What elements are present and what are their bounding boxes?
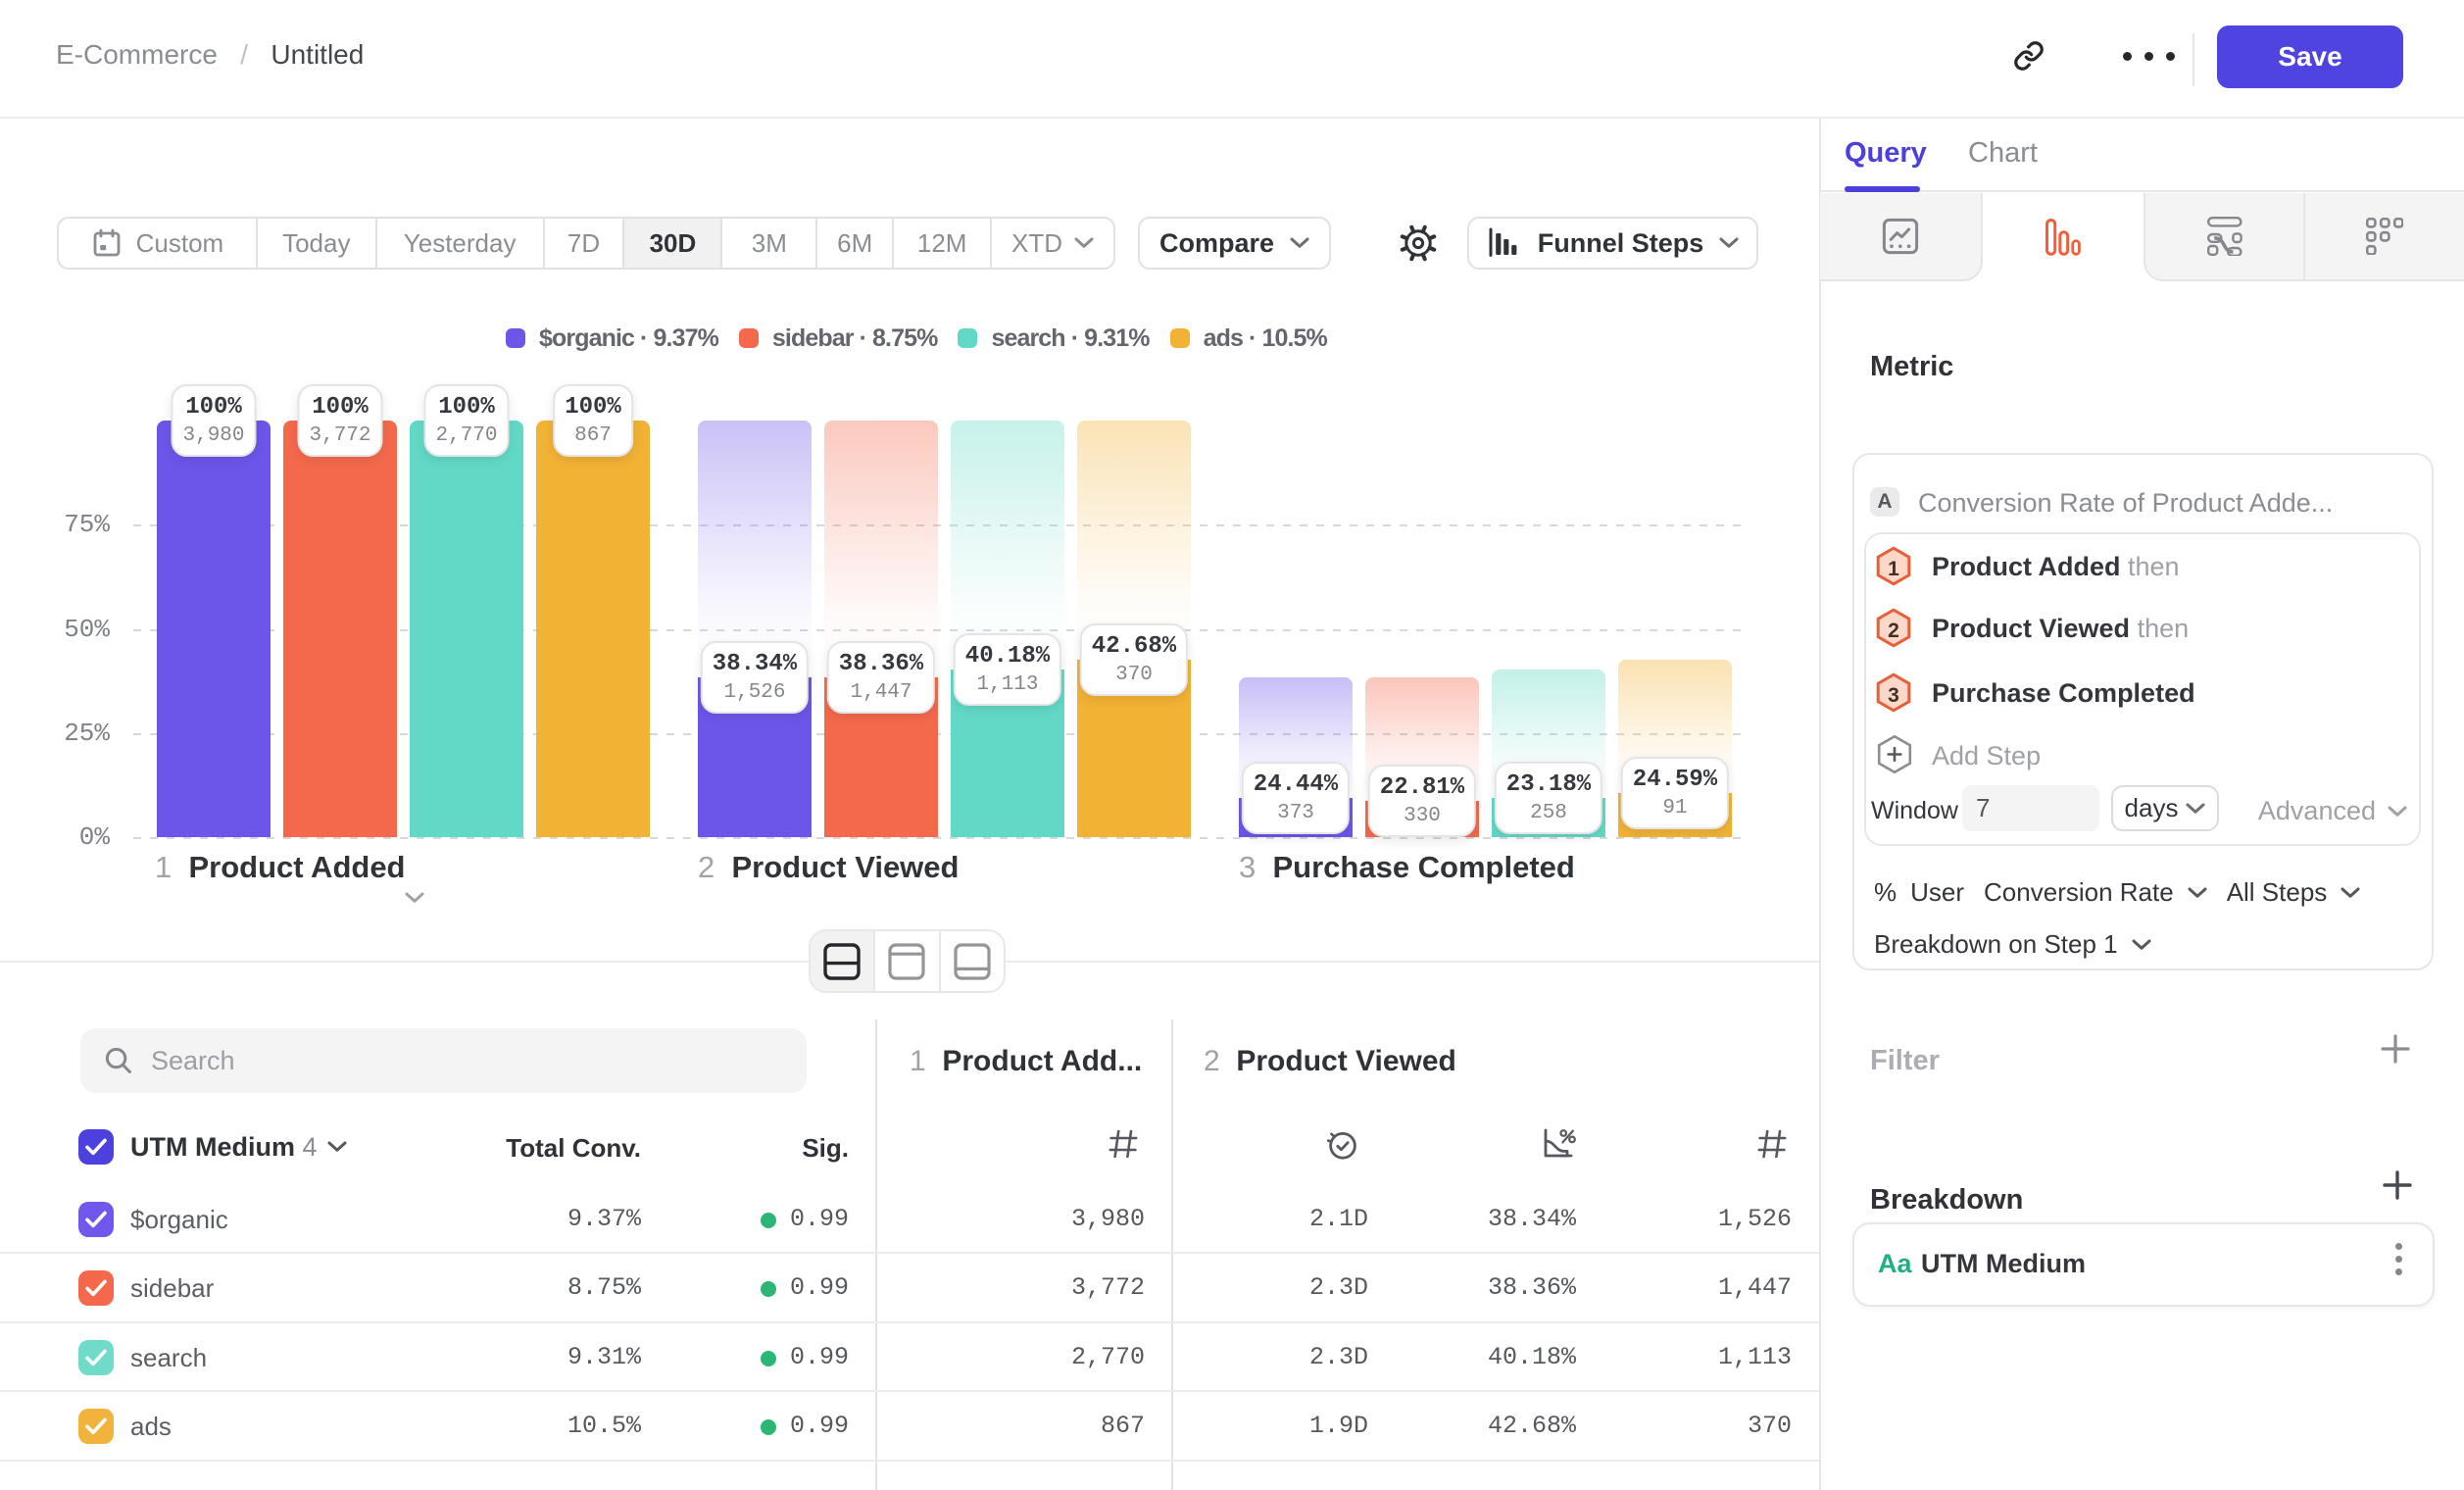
svg-text:1: 1 — [1888, 558, 1899, 580]
svg-text:2: 2 — [1888, 620, 1899, 642]
svg-text:3: 3 — [1888, 684, 1899, 707]
